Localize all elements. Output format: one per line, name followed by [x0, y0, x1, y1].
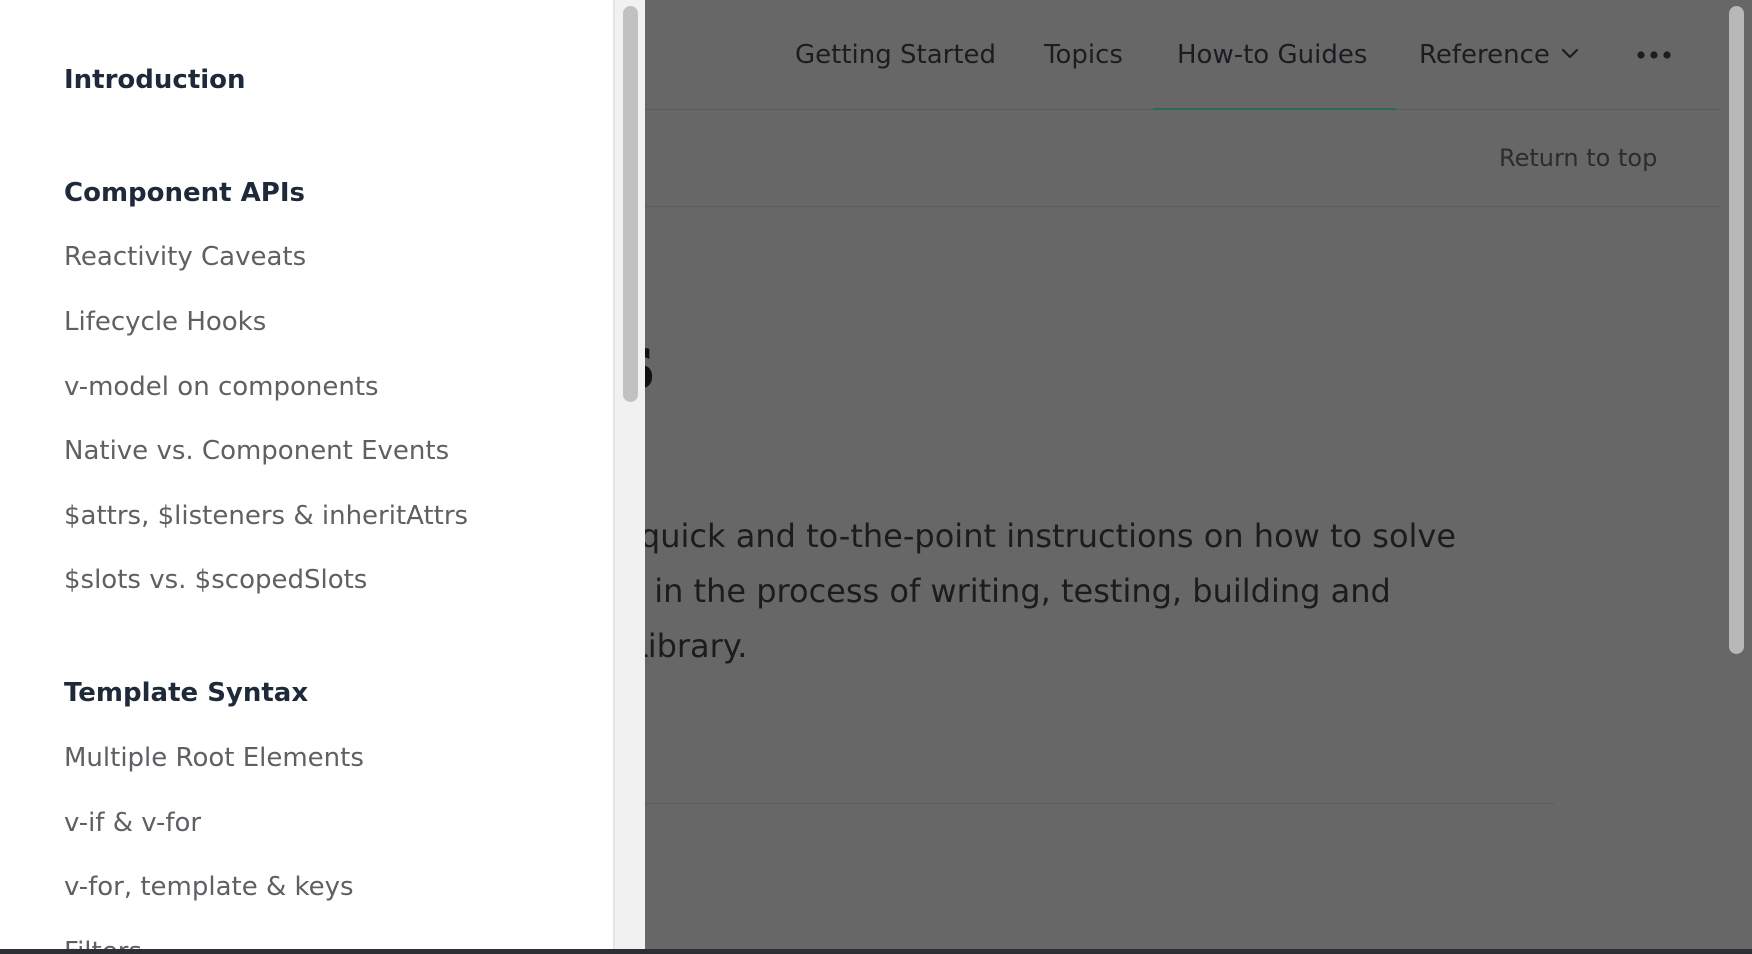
nav-reference-dropdown[interactable]: Reference: [1419, 37, 1550, 73]
sidebar-item-v-for-template-keys[interactable]: v-for, template & keys: [64, 870, 354, 904]
app-viewport: Getting Started Topics How-to Guides Ref…: [0, 0, 1752, 954]
nav-getting-started[interactable]: Getting Started: [795, 37, 996, 73]
sidebar-scrollbar[interactable]: [614, 0, 645, 954]
sidebar-drawer: Introduction Component APIs Reactivity C…: [0, 0, 614, 954]
sidebar-item-v-model-on-components[interactable]: v-model on components: [64, 370, 379, 404]
page-scrollbar-thumb[interactable]: [1729, 6, 1744, 654]
nav-how-to-guides[interactable]: How-to Guides: [1177, 37, 1367, 73]
chevron-down-icon[interactable]: [1560, 44, 1580, 64]
sidebar-heading-component-apis: Component APIs: [64, 178, 305, 208]
sidebar-scrollbar-thumb[interactable]: [623, 6, 638, 402]
sidebar-heading-template-syntax: Template Syntax: [64, 678, 309, 708]
sidebar-item-multiple-root-elements[interactable]: Multiple Root Elements: [64, 741, 364, 775]
nav-topics[interactable]: Topics: [1044, 37, 1123, 73]
sidebar-heading-introduction[interactable]: Introduction: [64, 63, 246, 97]
sidebar-item-slots-vs-scopedslots[interactable]: $slots vs. $scopedSlots: [64, 563, 367, 597]
intro-paragraph-line: o be quick and to-the-point instructions…: [560, 517, 1457, 555]
content-divider: [630, 803, 1554, 804]
sidebar-item-attrs-listeners-inheritattrs[interactable]: $attrs, $listeners & inheritAttrs: [64, 499, 468, 533]
sidebar-item-v-if-v-for[interactable]: v-if & v-for: [64, 806, 201, 840]
window-bottom-edge: [0, 949, 1752, 954]
page-scrollbar[interactable]: [1721, 0, 1752, 954]
intro-paragraph-line: tasks in the process of writing, testing…: [560, 572, 1391, 610]
sidebar-item-lifecycle-hooks[interactable]: Lifecycle Hooks: [64, 305, 266, 339]
return-to-top-link[interactable]: Return to top: [1499, 142, 1657, 174]
more-horizontal-icon[interactable]: [1634, 40, 1674, 68]
sidebar-item-native-vs-component-events[interactable]: Native vs. Component Events: [64, 434, 449, 468]
sidebar-item-reactivity-caveats[interactable]: Reactivity Caveats: [64, 240, 306, 274]
